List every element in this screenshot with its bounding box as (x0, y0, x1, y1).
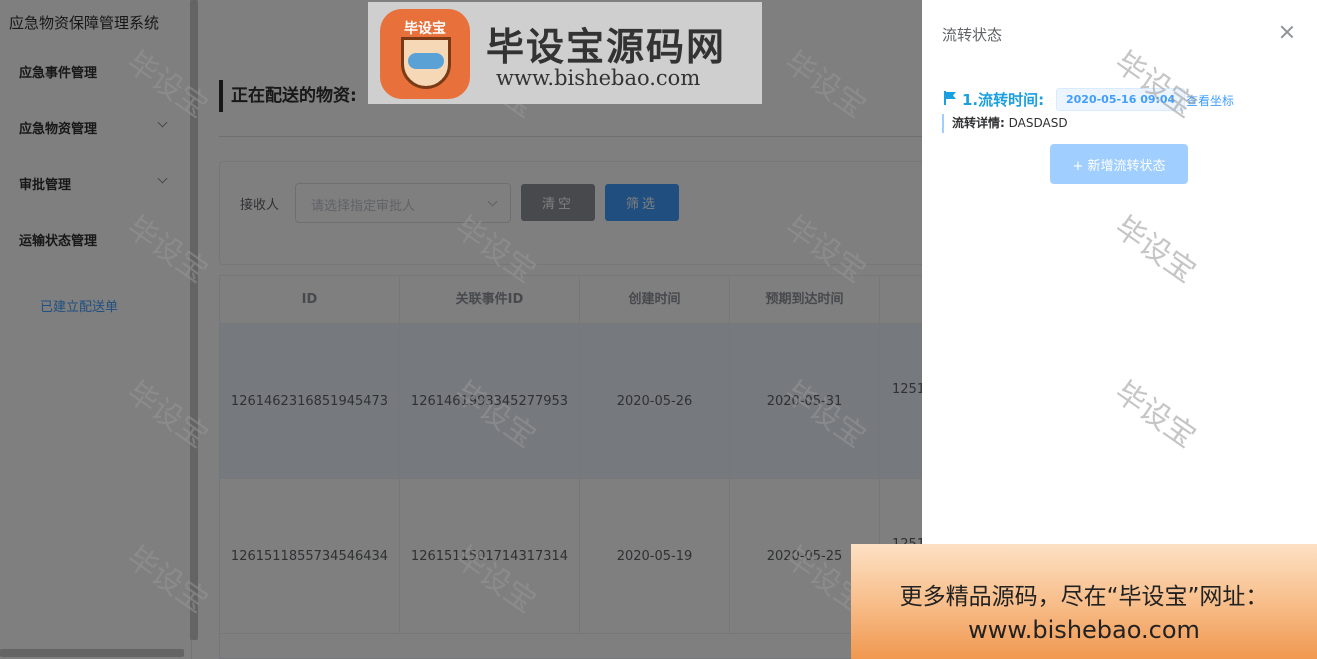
logo-url: www.bishebao.com (496, 66, 701, 90)
logo-icon: 毕设宝 (380, 9, 470, 99)
close-icon[interactable] (1278, 23, 1296, 41)
flow-detail: 流转详情: DASDASD (942, 114, 1068, 133)
drawer-title: 流转状态 (942, 26, 1003, 44)
view-coordinates-link[interactable]: 查看坐标 (1186, 92, 1234, 109)
promo-url: www.bishebao.com (968, 616, 1200, 644)
flow-time-tag: 2020-05-16 09:04 (1056, 88, 1186, 111)
flag-icon (944, 91, 956, 105)
logo-badge-text: 毕设宝 (404, 21, 446, 37)
flow-heading: 1.流转时间: (962, 91, 1045, 109)
watermark-logo-banner: 毕设宝 毕设宝源码网 www.bishebao.com (368, 2, 762, 104)
flow-detail-value: DASDASD (1008, 116, 1068, 130)
logo-title: 毕设宝源码网 (486, 25, 727, 69)
promo-text: 更多精品源码，尽在“毕设宝”网址： (899, 584, 1269, 610)
promo-banner: 更多精品源码，尽在“毕设宝”网址： www.bishebao.com (851, 544, 1317, 659)
app-window: 应急物资保障管理系统 应急事件管理 应急物资管理 审批管理 运输状态管理 已建立… (0, 0, 1317, 659)
flow-detail-label: 流转详情: (952, 116, 1005, 130)
logo-visor (408, 53, 444, 69)
add-flow-status-button[interactable]: + 新增流转状态 (1050, 144, 1188, 184)
